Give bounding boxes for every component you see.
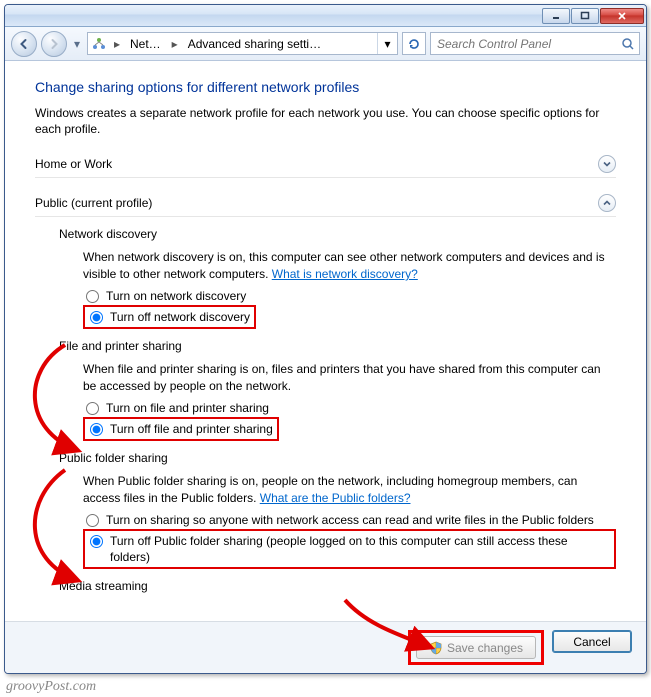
highlight-box: Turn off file and printer sharing bbox=[83, 417, 279, 441]
help-link-network-discovery[interactable]: What is network discovery? bbox=[272, 267, 418, 281]
refresh-button[interactable] bbox=[402, 32, 426, 55]
watermark: groovyPost.com bbox=[6, 679, 96, 695]
close-button[interactable] bbox=[600, 8, 644, 24]
highlight-box: Turn off network discovery bbox=[83, 305, 256, 329]
button-label: Save changes bbox=[447, 641, 523, 655]
address-bar[interactable]: ▸ Net… ▸ Advanced sharing setti… ▾ bbox=[87, 32, 398, 55]
minimize-button[interactable] bbox=[542, 8, 570, 24]
content-area: Change sharing options for different net… bbox=[5, 61, 646, 621]
nav-history-dropdown[interactable]: ▾ bbox=[71, 34, 83, 54]
radio-label: Turn off network discovery bbox=[110, 309, 250, 325]
page-intro: Windows creates a separate network profi… bbox=[35, 105, 616, 137]
control-panel-window: ▾ ▸ Net… ▸ Advanced sharing setti… ▾ Cha… bbox=[4, 4, 647, 674]
maximize-button[interactable] bbox=[571, 8, 599, 24]
network-icon bbox=[88, 33, 110, 54]
radio-nd-on[interactable]: Turn on network discovery bbox=[83, 287, 616, 305]
highlight-box: Turn off Public folder sharing (people l… bbox=[83, 529, 616, 569]
radio-fp-off[interactable]: Turn off file and printer sharing bbox=[87, 420, 273, 438]
subsection-title: Public folder sharing bbox=[59, 451, 616, 465]
radio-label: Turn off file and printer sharing bbox=[110, 421, 273, 437]
subsection-public-folder-sharing: Public folder sharing When Public folder… bbox=[59, 451, 616, 569]
subsection-title: Media streaming bbox=[59, 579, 616, 593]
address-dropdown-button[interactable]: ▾ bbox=[377, 33, 397, 54]
page-title: Change sharing options for different net… bbox=[35, 79, 616, 95]
cancel-button[interactable]: Cancel bbox=[552, 630, 632, 653]
radio-label: Turn on network discovery bbox=[106, 288, 246, 304]
subsection-title: Network discovery bbox=[59, 227, 616, 241]
section-home-or-work[interactable]: Home or Work bbox=[35, 151, 616, 178]
radio-input[interactable] bbox=[90, 423, 103, 436]
subsection-media-streaming: Media streaming bbox=[59, 579, 616, 593]
nav-back-button[interactable] bbox=[11, 31, 37, 57]
subsection-body: When Public folder sharing is on, people… bbox=[83, 473, 616, 507]
chevron-up-icon bbox=[598, 194, 616, 212]
breadcrumb-advanced-sharing[interactable]: Advanced sharing setti… bbox=[182, 33, 328, 54]
navigation-bar: ▾ ▸ Net… ▸ Advanced sharing setti… ▾ bbox=[5, 27, 646, 61]
radio-label: Turn on file and printer sharing bbox=[106, 400, 269, 416]
subsection-body: When file and printer sharing is on, fil… bbox=[83, 361, 616, 395]
subsection-title: File and printer sharing bbox=[59, 339, 616, 353]
button-label: Cancel bbox=[573, 635, 610, 649]
section-public[interactable]: Public (current profile) bbox=[35, 190, 616, 217]
radio-pf-on[interactable]: Turn on sharing so anyone with network a… bbox=[83, 511, 616, 529]
subsection-network-discovery: Network discovery When network discovery… bbox=[59, 227, 616, 329]
section-label: Home or Work bbox=[35, 157, 598, 171]
search-input[interactable] bbox=[431, 37, 617, 51]
radio-fp-on[interactable]: Turn on file and printer sharing bbox=[83, 399, 616, 417]
section-label: Public (current profile) bbox=[35, 196, 598, 210]
breadcrumb-network[interactable]: Net… bbox=[124, 33, 168, 54]
radio-nd-off[interactable]: Turn off network discovery bbox=[87, 308, 250, 326]
radio-input[interactable] bbox=[86, 290, 99, 303]
breadcrumb-arrow-icon[interactable]: ▸ bbox=[168, 33, 182, 54]
breadcrumb-arrow-icon[interactable]: ▸ bbox=[110, 33, 124, 54]
radio-pf-off[interactable]: Turn off Public folder sharing (people l… bbox=[87, 532, 610, 566]
subsection-file-printer-sharing: File and printer sharing When file and p… bbox=[59, 339, 616, 441]
save-changes-button[interactable]: Save changes bbox=[416, 636, 536, 659]
window-titlebar bbox=[5, 5, 646, 27]
highlight-box: Save changes bbox=[408, 630, 544, 665]
radio-label: Turn off Public folder sharing (people l… bbox=[110, 533, 610, 565]
help-link-public-folders[interactable]: What are the Public folders? bbox=[260, 491, 411, 505]
shield-icon bbox=[429, 641, 443, 655]
radio-input[interactable] bbox=[90, 535, 103, 548]
chevron-down-icon bbox=[598, 155, 616, 173]
search-box[interactable] bbox=[430, 32, 640, 55]
search-icon bbox=[617, 37, 639, 51]
radio-label: Turn on sharing so anyone with network a… bbox=[106, 512, 594, 528]
radio-input[interactable] bbox=[90, 311, 103, 324]
radio-input[interactable] bbox=[86, 514, 99, 527]
radio-input[interactable] bbox=[86, 402, 99, 415]
subsection-body: When network discovery is on, this compu… bbox=[83, 249, 616, 283]
button-bar: Save changes Cancel bbox=[5, 621, 646, 673]
nav-forward-button[interactable] bbox=[41, 31, 67, 57]
